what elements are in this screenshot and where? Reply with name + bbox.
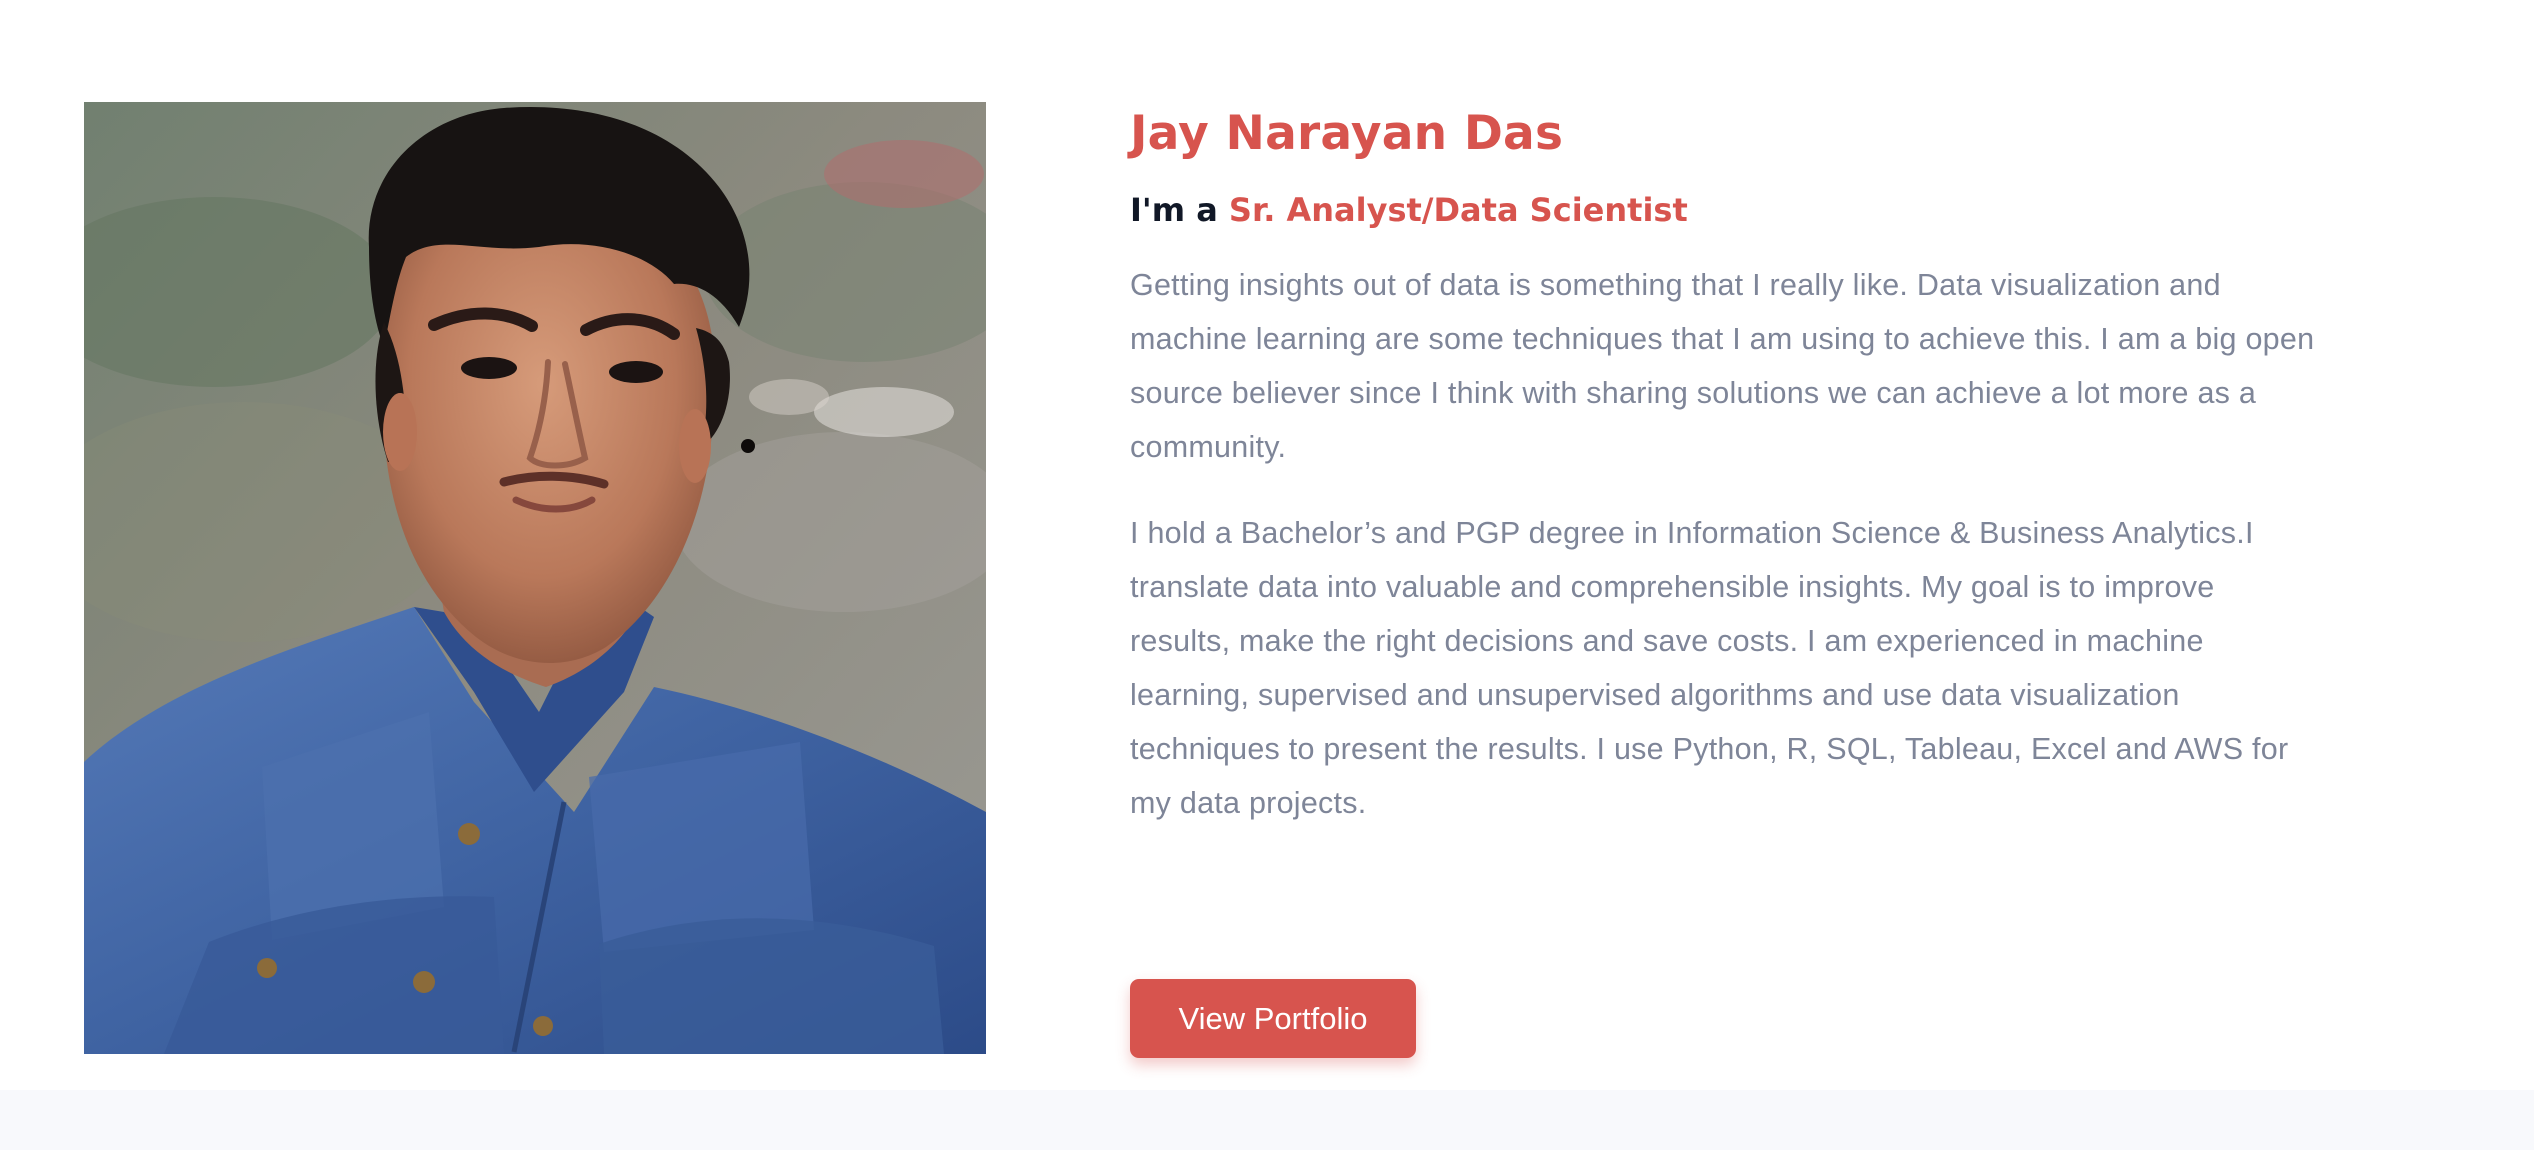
role-line: I'm a Sr. Analyst/Data Scientist: [1130, 188, 2320, 232]
role-prefix: I'm a: [1130, 191, 1218, 229]
bottom-band: [0, 1090, 2534, 1150]
bio-paragraph-1: Getting insights out of data is somethin…: [1130, 268, 2315, 464]
profile-photo: [84, 102, 986, 1054]
view-portfolio-button[interactable]: View Portfolio: [1130, 979, 1416, 1058]
about-section: Jay Narayan Das I'm a Sr. Analyst/Data S…: [0, 0, 2534, 1090]
role-title: Sr. Analyst/Data Scientist: [1228, 191, 1688, 229]
profile-name: Jay Narayan Das: [1130, 106, 1564, 161]
about-content: Jay Narayan Das I'm a Sr. Analyst/Data S…: [1130, 100, 2320, 830]
bio-paragraph-2: I hold a Bachelor’s and PGP degree in In…: [1130, 516, 2289, 820]
